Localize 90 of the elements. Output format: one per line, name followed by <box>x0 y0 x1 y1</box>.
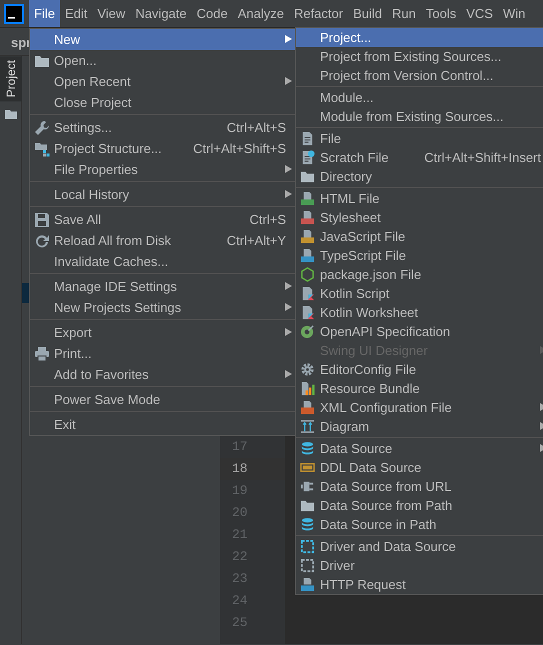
menu-item[interactable]: EditorConfig File <box>296 360 543 379</box>
app-logo <box>4 4 24 24</box>
tool-window-tab[interactable]: Project <box>0 56 22 102</box>
menu-item[interactable]: XML Configuration File <box>296 398 543 417</box>
file-icon <box>300 131 315 146</box>
menu-bar-item[interactable]: Build <box>348 0 388 27</box>
menu-bar-item[interactable]: Analyze <box>232 0 289 27</box>
menu-item[interactable]: Print... <box>30 343 295 364</box>
menu-bar-item[interactable]: View <box>92 0 130 27</box>
menu-item[interactable]: Save All Ctrl+S <box>30 209 295 230</box>
menu-bar-item[interactable]: Navigate <box>130 0 192 27</box>
folder-icon <box>300 169 315 184</box>
menu-item[interactable]: Power Save Mode <box>30 389 295 410</box>
menu-item[interactable]: Data Source in Path <box>296 515 543 534</box>
menu-item[interactable]: Project from Version Control... <box>296 66 543 85</box>
wrench-icon <box>34 120 50 136</box>
menu-bar-item[interactable]: VCS <box>461 0 498 27</box>
selected-row-highlight <box>22 283 29 303</box>
ddl-data-source-icon <box>300 460 315 475</box>
menu-item[interactable]: Close Project <box>30 92 295 113</box>
menu-bar-item[interactable]: File <box>29 0 60 27</box>
database-icon <box>300 517 315 532</box>
menu-item[interactable]: Resource Bundle <box>296 379 543 398</box>
shortcut-label: Ctrl+Alt+S <box>226 118 287 137</box>
menu-item[interactable]: Module... <box>296 88 543 107</box>
html-file-icon <box>300 191 315 206</box>
menu-item[interactable]: File <box>296 129 543 148</box>
menu-bar-item[interactable]: Code <box>192 0 233 27</box>
folder-icon <box>300 498 315 513</box>
diagram-icon <box>300 419 315 434</box>
menu-item[interactable]: Kotlin Script <box>296 284 543 303</box>
editor-tab[interactable]: spr <box>0 28 32 55</box>
database-icon <box>300 441 315 456</box>
menu-item[interactable]: Settings... Ctrl+Alt+S <box>30 117 295 138</box>
driver-icon <box>300 558 315 573</box>
resource-bundle-icon <box>300 381 315 396</box>
menu-item[interactable]: DDL Data Source <box>296 458 543 477</box>
folder-icon <box>5 109 17 120</box>
menu-item[interactable]: Data Source from URL <box>296 477 543 496</box>
printer-icon <box>34 346 50 362</box>
menu-item[interactable]: Data Source <box>296 439 543 458</box>
reload-icon <box>34 233 50 249</box>
menu-item[interactable]: Directory <box>296 167 543 186</box>
menu-item[interactable]: Invalidate Caches... <box>30 251 295 272</box>
menu-item[interactable]: OpenAPI Specification <box>296 322 543 341</box>
driver-icon <box>300 539 315 554</box>
menu-item[interactable]: Open... <box>30 50 295 71</box>
javascript-file-icon <box>300 229 315 244</box>
menu-item[interactable]: Data Source from Path <box>296 496 543 515</box>
menu-item[interactable]: HTTP Request <box>296 575 543 594</box>
typescript-file-icon <box>300 248 315 263</box>
folder-icon <box>34 53 50 69</box>
save-icon <box>34 212 50 228</box>
menu-item[interactable]: New <box>30 29 295 50</box>
xml-file-icon <box>300 400 315 415</box>
shortcut-label: Ctrl+Alt+Shift+Insert <box>424 148 542 167</box>
menu-item[interactable]: Project Structure... Ctrl+Alt+Shift+S <box>30 138 295 159</box>
menu-item[interactable]: Stylesheet <box>296 208 543 227</box>
package-json-icon <box>300 267 315 282</box>
menu-item[interactable]: Driver <box>296 556 543 575</box>
shortcut-label: Ctrl+S <box>250 210 287 229</box>
menu-item[interactable]: HTML File <box>296 189 543 208</box>
menu-item[interactable]: Driver and Data Source <box>296 537 543 556</box>
menu-bar-item[interactable]: Run <box>387 0 421 27</box>
menu-item[interactable]: package.json File <box>296 265 543 284</box>
menu-item[interactable]: Exit <box>30 414 295 435</box>
menu-bar-item[interactable]: Edit <box>60 0 92 27</box>
menu-item[interactable]: Project from Existing Sources... <box>296 47 543 66</box>
shortcut-label: Ctrl+Alt+Shift+S <box>193 140 287 158</box>
menu-item[interactable]: Reload All from Disk Ctrl+Alt+Y <box>30 230 295 251</box>
kotlin-file-icon <box>300 286 315 301</box>
kotlin-file-icon <box>300 305 315 320</box>
menu-bar-item[interactable]: Refactor <box>288 0 348 27</box>
menu-item[interactable]: JavaScript File <box>296 227 543 246</box>
menu-item[interactable]: Diagram <box>296 417 543 436</box>
menu-item[interactable]: Scratch File Ctrl+Alt+Shift+Insert <box>296 148 543 167</box>
stylesheet-icon <box>300 210 315 225</box>
plug-icon <box>300 479 315 494</box>
openapi-icon <box>300 324 315 339</box>
menu-item[interactable]: Project... <box>296 28 543 47</box>
menu-bar-item[interactable]: Win <box>498 0 530 27</box>
http-request-icon <box>300 577 315 592</box>
menu-item[interactable]: Module from Existing Sources... <box>296 107 543 126</box>
scratch-file-icon <box>300 150 315 165</box>
project-structure-icon <box>34 141 50 157</box>
gear-icon <box>300 362 315 377</box>
shortcut-label: Ctrl+Alt+Y <box>226 232 287 250</box>
menu-item[interactable]: TypeScript File <box>296 246 543 265</box>
menu-bar-item[interactable]: Tools <box>420 0 462 27</box>
menu-item[interactable]: Kotlin Worksheet <box>296 303 543 322</box>
